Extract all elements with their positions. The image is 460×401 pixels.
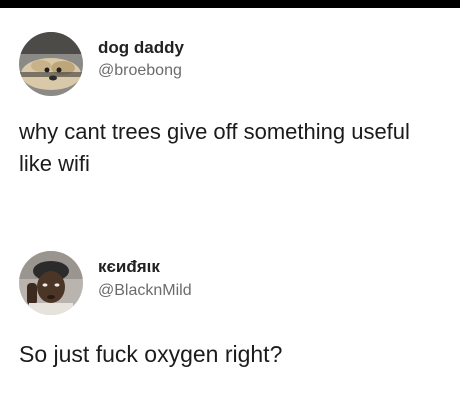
- person-avatar-icon[interactable]: [19, 251, 83, 315]
- display-name[interactable]: dog daddy: [98, 38, 184, 58]
- tweet-text: So just fuck oxygen right?: [19, 341, 283, 367]
- display-name[interactable]: кєиđяιк: [98, 257, 160, 277]
- dog-avatar-icon[interactable]: [19, 32, 83, 96]
- user-handle[interactable]: @broebong: [98, 62, 182, 80]
- tweet-text: why cant trees give off something useful…: [19, 119, 410, 176]
- user-handle[interactable]: @BlacknMild: [98, 282, 192, 300]
- top-border: [0, 0, 460, 8]
